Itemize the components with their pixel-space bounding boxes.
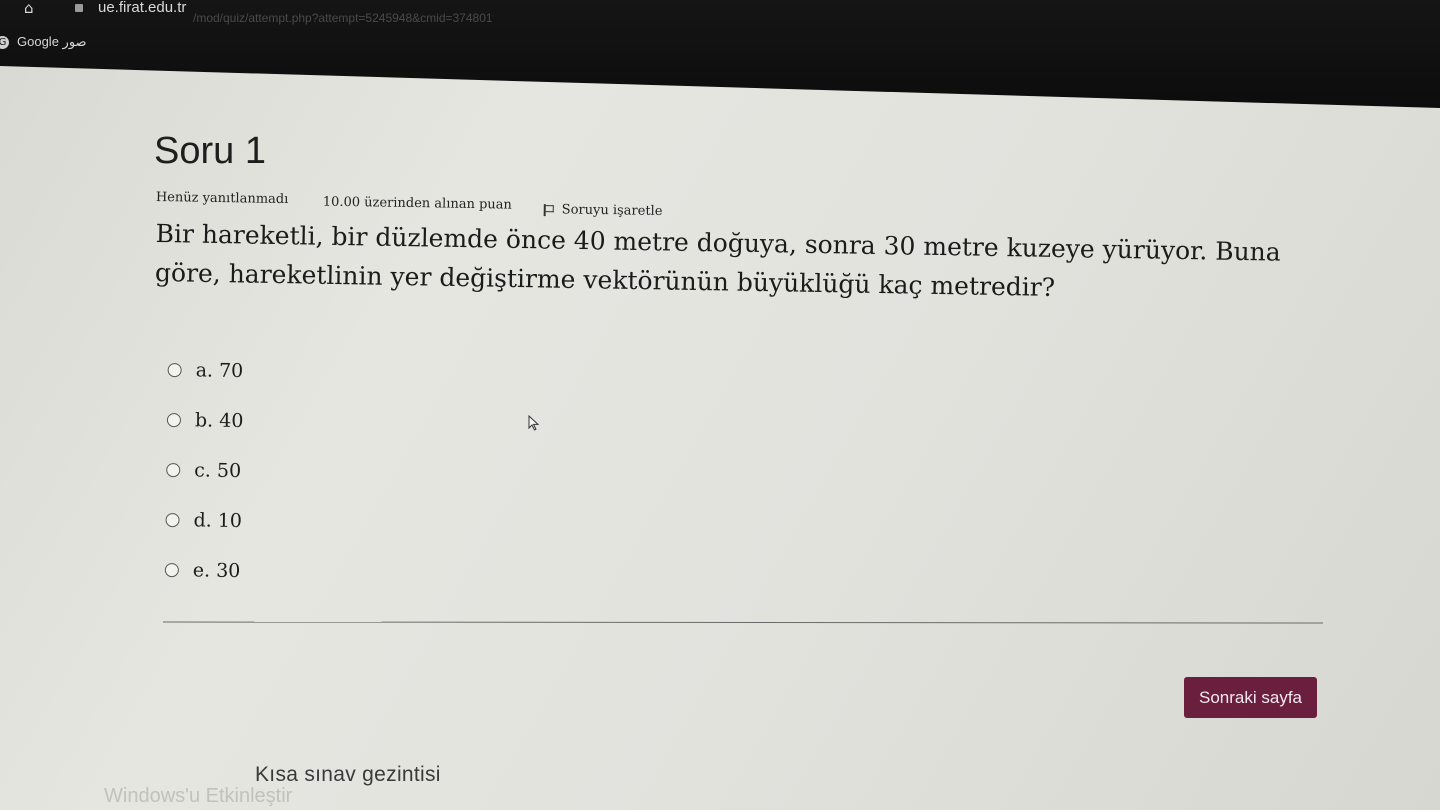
- answer-option-d[interactable]: d. 10: [165, 495, 466, 549]
- radio-button[interactable]: [165, 512, 180, 528]
- url-path[interactable]: /mod/quiz/attempt.php?attempt=5245948&cm…: [193, 11, 493, 25]
- answer-label[interactable]: b. 40: [195, 409, 244, 432]
- answer-option-e[interactable]: e. 30: [164, 545, 466, 599]
- answer-option-b[interactable]: b. 40: [166, 395, 468, 449]
- mouse-cursor-icon: [528, 415, 540, 431]
- answer-label[interactable]: d. 10: [193, 509, 242, 532]
- radio-button[interactable]: [166, 462, 181, 478]
- radio-button[interactable]: [166, 412, 182, 428]
- answer-list: a. 70 b. 40 c. 50 d. 10 e. 30: [164, 345, 468, 599]
- question-points: 10.00 üzerinden alınan puan: [322, 194, 512, 213]
- answer-option-a[interactable]: a. 70: [167, 345, 468, 399]
- divider: [162, 621, 1324, 624]
- question-title: Soru 1: [154, 130, 266, 172]
- answer-label[interactable]: e. 30: [193, 559, 241, 582]
- quiz-navigation-link[interactable]: Kısa sınav gezintisi: [255, 763, 441, 787]
- next-page-button[interactable]: Sonraki sayfa: [1184, 677, 1317, 718]
- question-status: Henüz yanıtlanmadı: [155, 190, 289, 208]
- address-bar[interactable]: ⌂ ue.firat.edu.tr /mod/quiz/attempt.php?…: [0, 0, 1440, 25]
- bookmark-google-images[interactable]: G Google صور: [0, 34, 87, 50]
- question-text: Bir hareketli, bir düzlemde önce 40 metr…: [154, 218, 1281, 302]
- radio-button[interactable]: [164, 562, 179, 578]
- url-host[interactable]: ue.firat.edu.tr: [98, 0, 186, 16]
- answer-label[interactable]: c. 50: [194, 459, 241, 482]
- flag-question-link[interactable]: Soruyu işaretle: [544, 202, 663, 219]
- radio-button[interactable]: [167, 362, 182, 378]
- windows-activation-watermark: Windows'u Etkinleştir: [104, 785, 293, 807]
- bookmark-label: Google صور: [17, 34, 87, 49]
- home-icon[interactable]: ⌂: [24, 0, 40, 16]
- google-icon: G: [0, 35, 9, 49]
- flag-icon: [544, 204, 554, 216]
- lock-icon: [75, 4, 83, 12]
- answer-option-c[interactable]: c. 50: [166, 445, 467, 499]
- answer-label[interactable]: a. 70: [195, 359, 243, 382]
- flag-label: Soruyu işaretle: [561, 202, 663, 219]
- quiz-page: Soru 1 Henüz yanıtlanmadı 10.00 üzerinde…: [0, 66, 1440, 810]
